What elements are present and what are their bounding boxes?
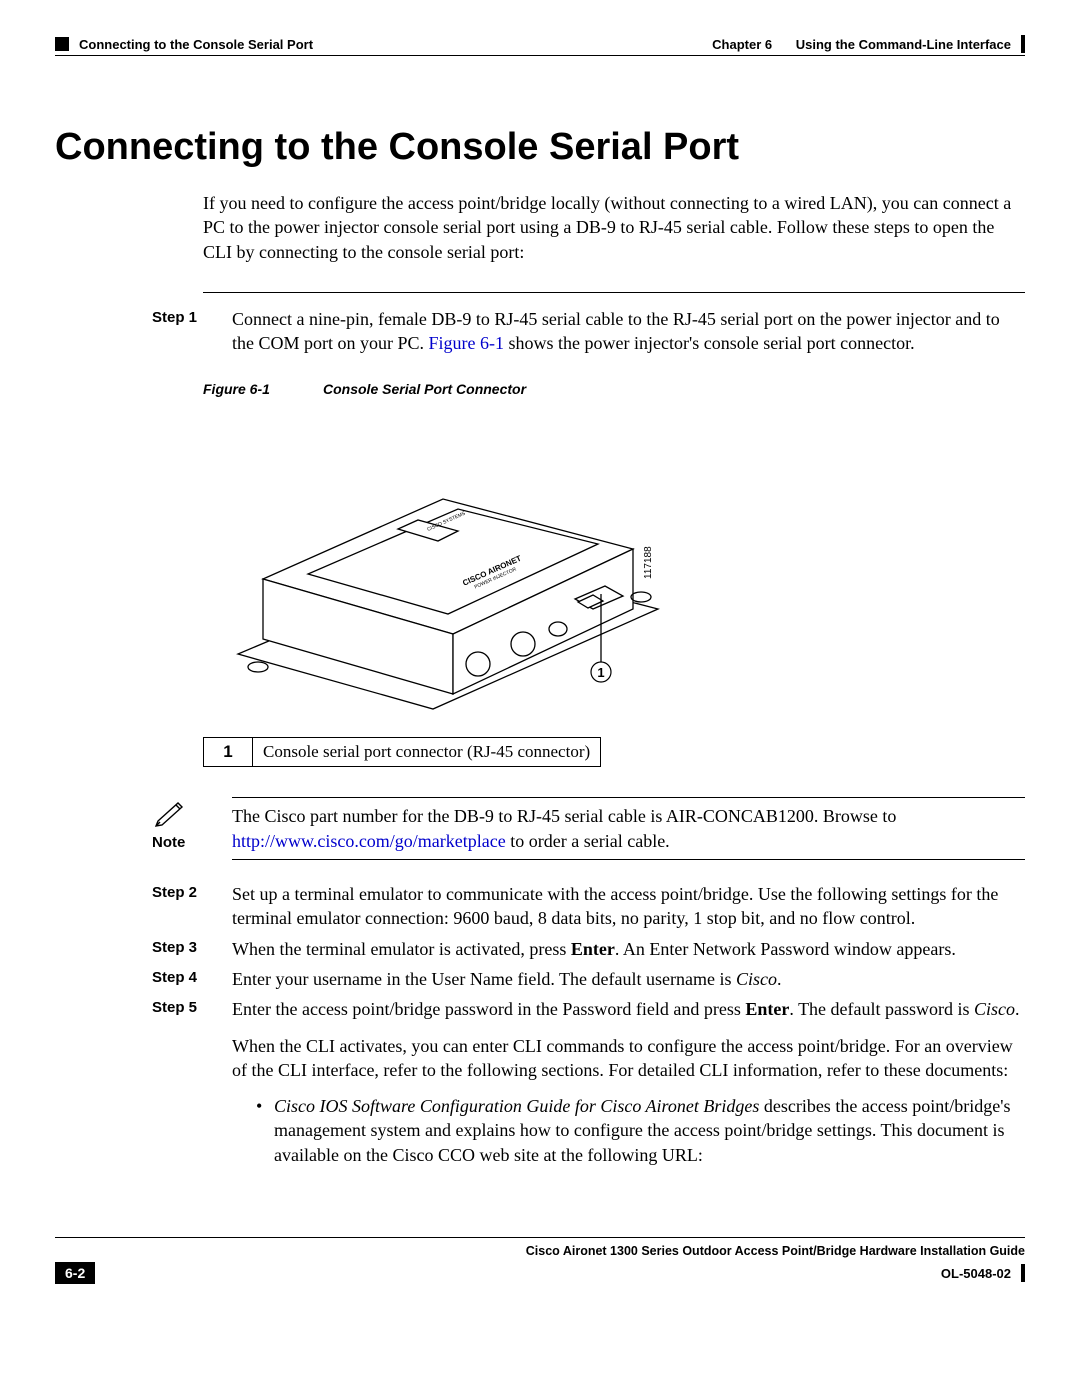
pencil-note-icon: [152, 797, 190, 827]
header-marker-icon: [55, 37, 69, 51]
step-2: Step 2 Set up a terminal emulator to com…: [55, 882, 1025, 931]
step-content: Connect a nine-pin, female DB-9 to RJ-45…: [232, 307, 1025, 356]
continuation-paragraph: When the CLI activates, you can enter CL…: [232, 1034, 1025, 1083]
step-label: Step 2: [152, 882, 232, 931]
footer-guide-title: Cisco Aironet 1300 Series Outdoor Access…: [140, 1244, 1025, 1258]
legend-num: 1: [204, 738, 253, 767]
step-content: Set up a terminal emulator to communicat…: [232, 882, 1025, 931]
header-section: Connecting to the Console Serial Port: [79, 37, 313, 52]
header-chapter-label: Chapter 6: [712, 37, 772, 52]
note-label: Note: [152, 834, 232, 851]
step-1: Step 1 Connect a nine-pin, female DB-9 t…: [55, 307, 1025, 356]
step-content: Enter your username in the User Name fie…: [232, 967, 1025, 991]
step-label: Step 1: [152, 307, 232, 356]
step-label: Step 5: [152, 997, 232, 1167]
doc-number: OL-5048-02: [941, 1266, 1011, 1281]
step-5: Step 5 Enter the access point/bridge pas…: [55, 997, 1025, 1167]
bullet-item: • Cisco IOS Software Configuration Guide…: [256, 1094, 1025, 1167]
step-content: Enter the access point/bridge password i…: [232, 997, 1025, 1167]
note-body: The Cisco part number for the DB-9 to RJ…: [232, 797, 1025, 860]
step-4: Step 4 Enter your username in the User N…: [55, 967, 1025, 991]
divider: [203, 292, 1025, 293]
page-header: Connecting to the Console Serial Port Ch…: [55, 35, 1025, 53]
step-3: Step 3 When the terminal emulator is act…: [55, 937, 1025, 961]
figure-side-id: 117188: [643, 546, 654, 579]
step-content: When the terminal emulator is activated,…: [232, 937, 1025, 961]
note-link[interactable]: http://www.cisco.com/go/marketplace: [232, 831, 506, 851]
legend-desc: Console serial port connector (RJ-45 con…: [253, 738, 601, 767]
step-label: Step 4: [152, 967, 232, 991]
figure-caption: Figure 6-1Console Serial Port Connector: [203, 381, 1025, 397]
note-block: Note The Cisco part number for the DB-9 …: [152, 797, 1025, 860]
step-label: Step 3: [152, 937, 232, 961]
header-bar-icon: [1021, 35, 1025, 53]
figure-illustration: 1 CISCO SYSTEMS CISCO AIRONET POWER INJE…: [203, 409, 683, 719]
header-chapter-title: Using the Command-Line Interface: [796, 37, 1011, 52]
footer-rule: [55, 1237, 1025, 1238]
page-number-badge: 6-2: [55, 1262, 95, 1284]
footer-bar-icon: [1021, 1264, 1025, 1282]
figure-ref-link[interactable]: Figure 6-1: [429, 333, 505, 353]
footer-bottom: 6-2 OL-5048-02: [55, 1262, 1025, 1284]
bullet-icon: •: [256, 1094, 274, 1167]
page-title: Connecting to the Console Serial Port: [55, 126, 1025, 169]
figure-legend-table: 1 Console serial port connector (RJ-45 c…: [203, 737, 601, 767]
callout-number: 1: [597, 665, 604, 680]
intro-paragraph: If you need to configure the access poin…: [203, 191, 1025, 264]
